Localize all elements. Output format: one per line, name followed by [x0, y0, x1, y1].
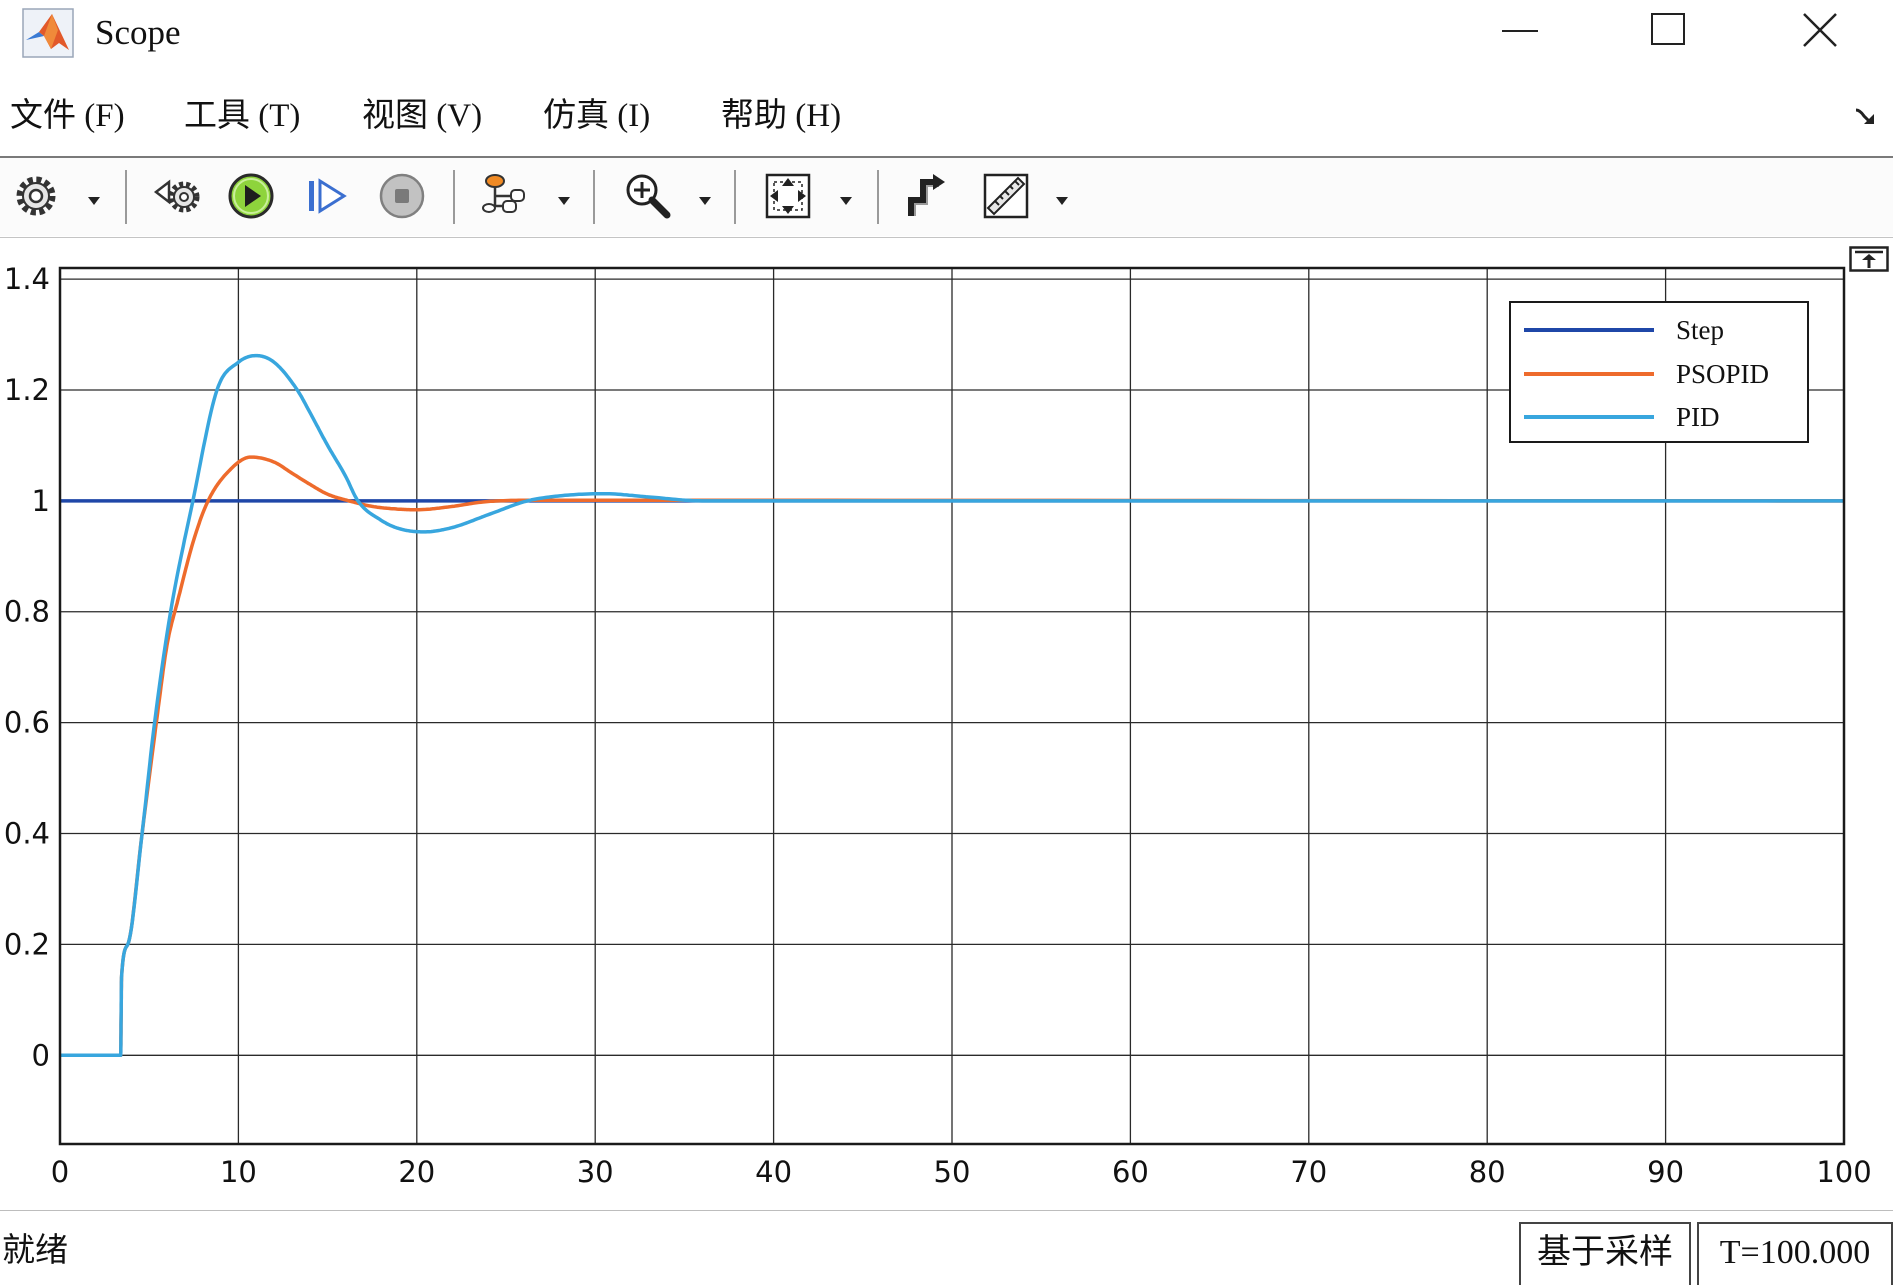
legend-swatch [1524, 415, 1654, 419]
y-tick-label: 0.4 [4, 817, 50, 851]
gear-icon[interactable] [10, 170, 62, 222]
undock-icon[interactable] [1849, 246, 1889, 272]
menu-simulation[interactable]: 仿真 (I) [541, 90, 652, 142]
stop-icon[interactable] [376, 170, 428, 222]
toolbar-separator [877, 170, 879, 224]
x-tick-label: 80 [1469, 1155, 1506, 1189]
y-tick-label: 0 [32, 1038, 50, 1072]
minimize-icon [1502, 30, 1538, 32]
matlab-icon [22, 8, 74, 58]
dropdown-arrow-icon[interactable] [1055, 191, 1069, 205]
y-tick-label: 1.2 [4, 373, 50, 407]
x-tick-label: 100 [1816, 1155, 1871, 1189]
dropdown-arrow-icon[interactable] [839, 191, 853, 205]
y-tick-label: 0.6 [4, 706, 50, 740]
step-forward-icon[interactable] [300, 170, 352, 222]
menu-help[interactable]: 帮助 (H) [719, 90, 843, 142]
x-tick-label: 90 [1647, 1155, 1684, 1189]
menu-view[interactable]: 视图 (V) [360, 90, 484, 142]
legend-item: PSOPID [1511, 354, 1806, 394]
status-mode: 基于采样 [1519, 1222, 1691, 1285]
x-tick-label: 0 [51, 1155, 69, 1189]
status-divider [0, 1210, 1893, 1211]
close-button[interactable] [1798, 8, 1842, 52]
toolbar-separator [734, 170, 736, 224]
menu-tools[interactable]: 工具 (T) [182, 90, 302, 142]
toolbar-separator [125, 170, 127, 224]
x-tick-label: 30 [577, 1155, 614, 1189]
scope-plot[interactable]: 0 10 20 30 40 50 60 70 80 90 100 0 0.2 0.4 0.6 0.8 1 1.2 1… [0, 240, 1893, 1208]
minimize-button[interactable] [1496, 14, 1544, 48]
title-bar: Scope [0, 0, 1893, 70]
menu-file[interactable]: 文件 (F) [8, 90, 127, 142]
x-tick-label: 10 [220, 1155, 257, 1189]
window-title: Scope [95, 13, 181, 52]
x-tick-label: 20 [398, 1155, 435, 1189]
y-tick-label: 1 [32, 484, 50, 518]
menu-bar: 文件 (F) 工具 (T) 视图 (V) 仿真 (I) 帮助 (H) [0, 86, 1893, 150]
x-tick-label: 60 [1112, 1155, 1149, 1189]
status-time: T=100.000 [1697, 1222, 1893, 1285]
legend-label: Step [1676, 315, 1725, 345]
toolbar-separator [593, 170, 595, 224]
legend-swatch [1524, 328, 1654, 332]
toolbar-separator [453, 170, 455, 224]
x-tick-label: 50 [934, 1155, 971, 1189]
y-tick-label: 0.8 [4, 595, 50, 629]
signal-selector-icon[interactable] [479, 170, 531, 222]
toolbar-divider [0, 237, 1893, 238]
fit-to-view-icon[interactable] [762, 170, 814, 222]
legend-item: PID [1511, 397, 1806, 437]
maximize-icon [1651, 13, 1685, 45]
legend-swatch [1524, 372, 1654, 376]
y-tick-label: 1.4 [4, 262, 50, 296]
revert-icon[interactable] [153, 170, 205, 222]
dropdown-arrow-icon[interactable] [87, 191, 101, 205]
legend[interactable]: Step PSOPID PID [1509, 301, 1809, 443]
dropdown-arrow-icon[interactable] [557, 191, 571, 205]
play-icon[interactable] [225, 170, 277, 222]
status-text: 就绪 [2, 1230, 68, 1269]
measure-icon[interactable] [980, 170, 1032, 222]
x-tick-label: 70 [1290, 1155, 1327, 1189]
trigger-icon[interactable] [899, 170, 951, 222]
zoom-in-icon[interactable] [622, 170, 674, 222]
legend-label: PID [1676, 402, 1720, 432]
maximize-button[interactable] [1648, 10, 1690, 50]
dropdown-arrow-icon[interactable] [698, 191, 712, 205]
dock-arrow-icon[interactable] [1852, 102, 1880, 130]
close-icon [1803, 13, 1837, 47]
y-tick-label: 0.2 [4, 927, 50, 961]
x-tick-label: 40 [755, 1155, 792, 1189]
legend-label: PSOPID [1676, 359, 1770, 389]
legend-item: Step [1511, 310, 1806, 350]
toolbar [0, 158, 1893, 236]
